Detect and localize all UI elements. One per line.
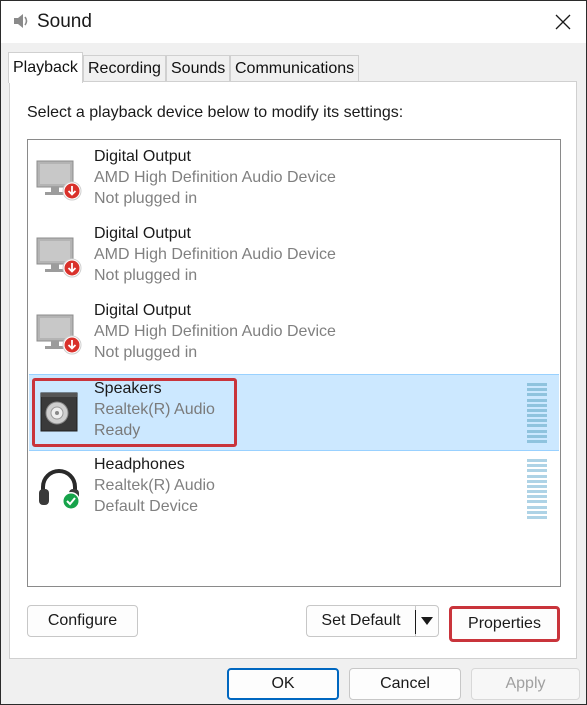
device-name: Digital Output	[94, 148, 191, 165]
monitor-unplugged-icon	[36, 314, 82, 355]
cancel-button[interactable]: Cancel	[349, 668, 461, 700]
device-name: Digital Output	[94, 225, 191, 242]
list-item-speakers[interactable]: Speakers Realtek(R) Audio Ready	[29, 374, 559, 451]
tab-communications[interactable]: Communications	[230, 55, 360, 81]
ok-button[interactable]: OK	[227, 668, 339, 700]
caret-down-icon	[421, 617, 433, 625]
monitor-unplugged-icon	[36, 237, 82, 278]
device-description: AMD High Definition Audio Device	[94, 169, 336, 186]
device-name: Speakers	[94, 380, 162, 397]
device-description: AMD High Definition Audio Device	[94, 246, 336, 263]
close-icon	[555, 14, 571, 30]
sound-app-icon	[14, 14, 28, 28]
tab-strip: Playback Recording Sounds Communications	[1, 43, 586, 83]
window-title: Sound	[37, 11, 92, 32]
device-status: Default Device	[94, 498, 199, 515]
tab-playback[interactable]: Playback	[8, 52, 83, 83]
set-default-dropdown[interactable]	[415, 605, 439, 637]
list-item-digital-output-3[interactable]: Digital Output AMD High Definition Audio…	[29, 297, 559, 374]
configure-button[interactable]: Configure	[27, 605, 138, 637]
monitor-unplugged-icon	[36, 160, 82, 201]
list-item-headphones[interactable]: Headphones Realtek(R) Audio Default Devi…	[29, 451, 559, 528]
device-list[interactable]: Digital Output AMD High Definition Audio…	[27, 139, 561, 587]
device-description: AMD High Definition Audio Device	[94, 323, 336, 340]
instruction-text: Select a playback device below to modify…	[27, 104, 404, 121]
speaker-icon	[40, 392, 78, 432]
list-item-digital-output-1[interactable]: Digital Output AMD High Definition Audio…	[29, 143, 559, 220]
list-item-digital-output-2[interactable]: Digital Output AMD High Definition Audio…	[29, 220, 559, 297]
device-status: Not plugged in	[94, 190, 198, 207]
device-description: Realtek(R) Audio	[94, 477, 215, 494]
sound-dialog: Sound Playback Recording Sounds Communic…	[0, 0, 587, 705]
close-button[interactable]	[540, 1, 586, 43]
device-name: Headphones	[94, 456, 185, 473]
device-status: Not plugged in	[94, 344, 198, 361]
set-default-button[interactable]: Set Default	[306, 605, 415, 637]
set-default-split-button: Set Default	[306, 605, 439, 637]
headphones-default-icon	[39, 469, 80, 510]
tab-sounds[interactable]: Sounds	[166, 55, 231, 81]
tab-recording[interactable]: Recording	[83, 55, 166, 81]
volume-meter	[527, 383, 547, 443]
playback-panel: Select a playback device below to modify…	[9, 81, 577, 659]
volume-meter	[527, 459, 547, 519]
apply-button[interactable]: Apply	[471, 668, 580, 700]
properties-button[interactable]: Properties	[449, 606, 560, 642]
device-status: Ready	[94, 422, 141, 439]
device-description: Realtek(R) Audio	[94, 401, 215, 418]
device-name: Digital Output	[94, 302, 191, 319]
title-bar[interactable]: Sound	[1, 1, 586, 43]
device-status: Not plugged in	[94, 267, 198, 284]
